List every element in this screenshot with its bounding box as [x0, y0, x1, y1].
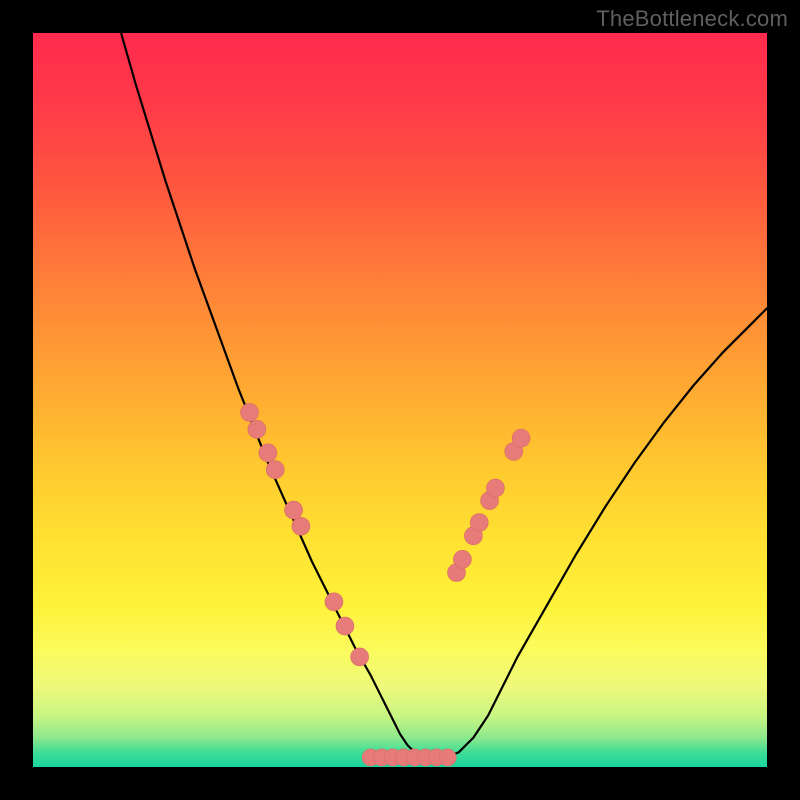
marker-dot	[439, 749, 456, 766]
marker-dot	[470, 514, 488, 532]
marker-dot	[259, 444, 277, 462]
marker-dot	[266, 461, 284, 479]
watermark-text: TheBottleneck.com	[596, 6, 788, 32]
chart-svg	[33, 33, 767, 767]
marker-dot	[453, 550, 471, 568]
chart-frame: TheBottleneck.com	[0, 0, 800, 800]
marker-dot	[351, 648, 369, 666]
marker-dot	[285, 501, 303, 519]
bottleneck-curve	[121, 33, 767, 760]
marker-dot	[336, 617, 354, 635]
marker-dot	[292, 517, 310, 535]
marker-dot	[241, 403, 259, 421]
scatter-markers	[241, 403, 531, 765]
marker-dot	[486, 479, 504, 497]
marker-dot	[248, 420, 266, 438]
marker-dot	[512, 429, 530, 447]
plot-area	[33, 33, 767, 767]
marker-dot	[325, 593, 343, 611]
